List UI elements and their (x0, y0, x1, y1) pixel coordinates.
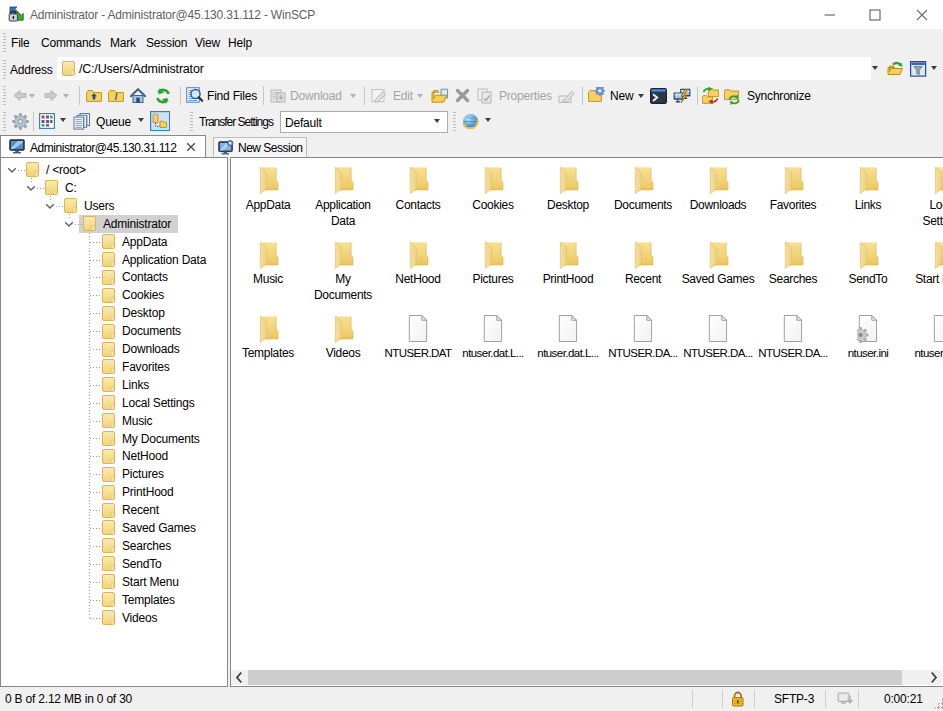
svg-text:x: x (562, 97, 565, 103)
